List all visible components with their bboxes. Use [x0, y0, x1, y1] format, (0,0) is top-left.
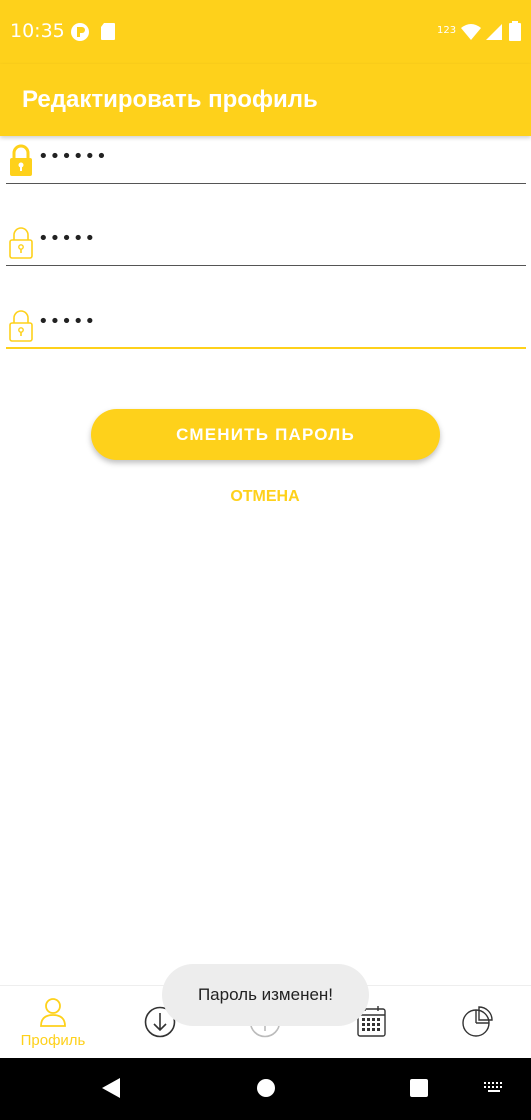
cancel-button[interactable]: ОТМЕНА [215, 488, 315, 512]
signal-icon [486, 24, 502, 40]
home-icon[interactable] [256, 1078, 276, 1098]
confirm-password-field[interactable]: ••••• [6, 299, 526, 349]
field-underline [6, 183, 526, 184]
back-icon[interactable] [100, 1077, 122, 1099]
toast-message: Пароль изменен! [162, 964, 369, 1026]
status-bar: 10:35 123 [0, 0, 531, 64]
lock-outline-icon [9, 310, 33, 342]
change-password-button[interactable]: СМЕНИТЬ ПАРОЛЬ [91, 409, 440, 460]
nav-item-profile[interactable]: Профиль [0, 986, 106, 1059]
page-title: Редактировать профиль [22, 86, 318, 113]
field-underline [6, 265, 526, 266]
pie-chart-icon [462, 1006, 493, 1037]
recents-icon[interactable] [409, 1078, 429, 1098]
current-password-value: •••••• [38, 146, 108, 167]
lock-filled-icon [10, 144, 32, 176]
system-navigation-bar [0, 1058, 531, 1120]
network-label: 123 [437, 25, 457, 36]
status-time: 10:35 [10, 20, 65, 42]
keyboard-icon[interactable] [484, 1082, 506, 1096]
nav-label-profile: Профиль [20, 1032, 86, 1049]
lock-outline-icon [9, 227, 33, 259]
wifi-icon [461, 24, 481, 40]
sd-card-icon [101, 23, 115, 40]
new-password-value: ••••• [38, 228, 97, 249]
nav-item-statistics[interactable] [424, 986, 530, 1059]
profile-icon [40, 998, 66, 1027]
new-password-field[interactable]: ••••• [6, 216, 526, 266]
field-underline-focused [6, 347, 526, 349]
confirm-password-value: ••••• [38, 311, 97, 332]
app-bar: Редактировать профиль [0, 64, 531, 136]
current-password-field[interactable]: •••••• [6, 134, 526, 184]
notification-icon [71, 23, 89, 41]
battery-icon [509, 21, 521, 41]
